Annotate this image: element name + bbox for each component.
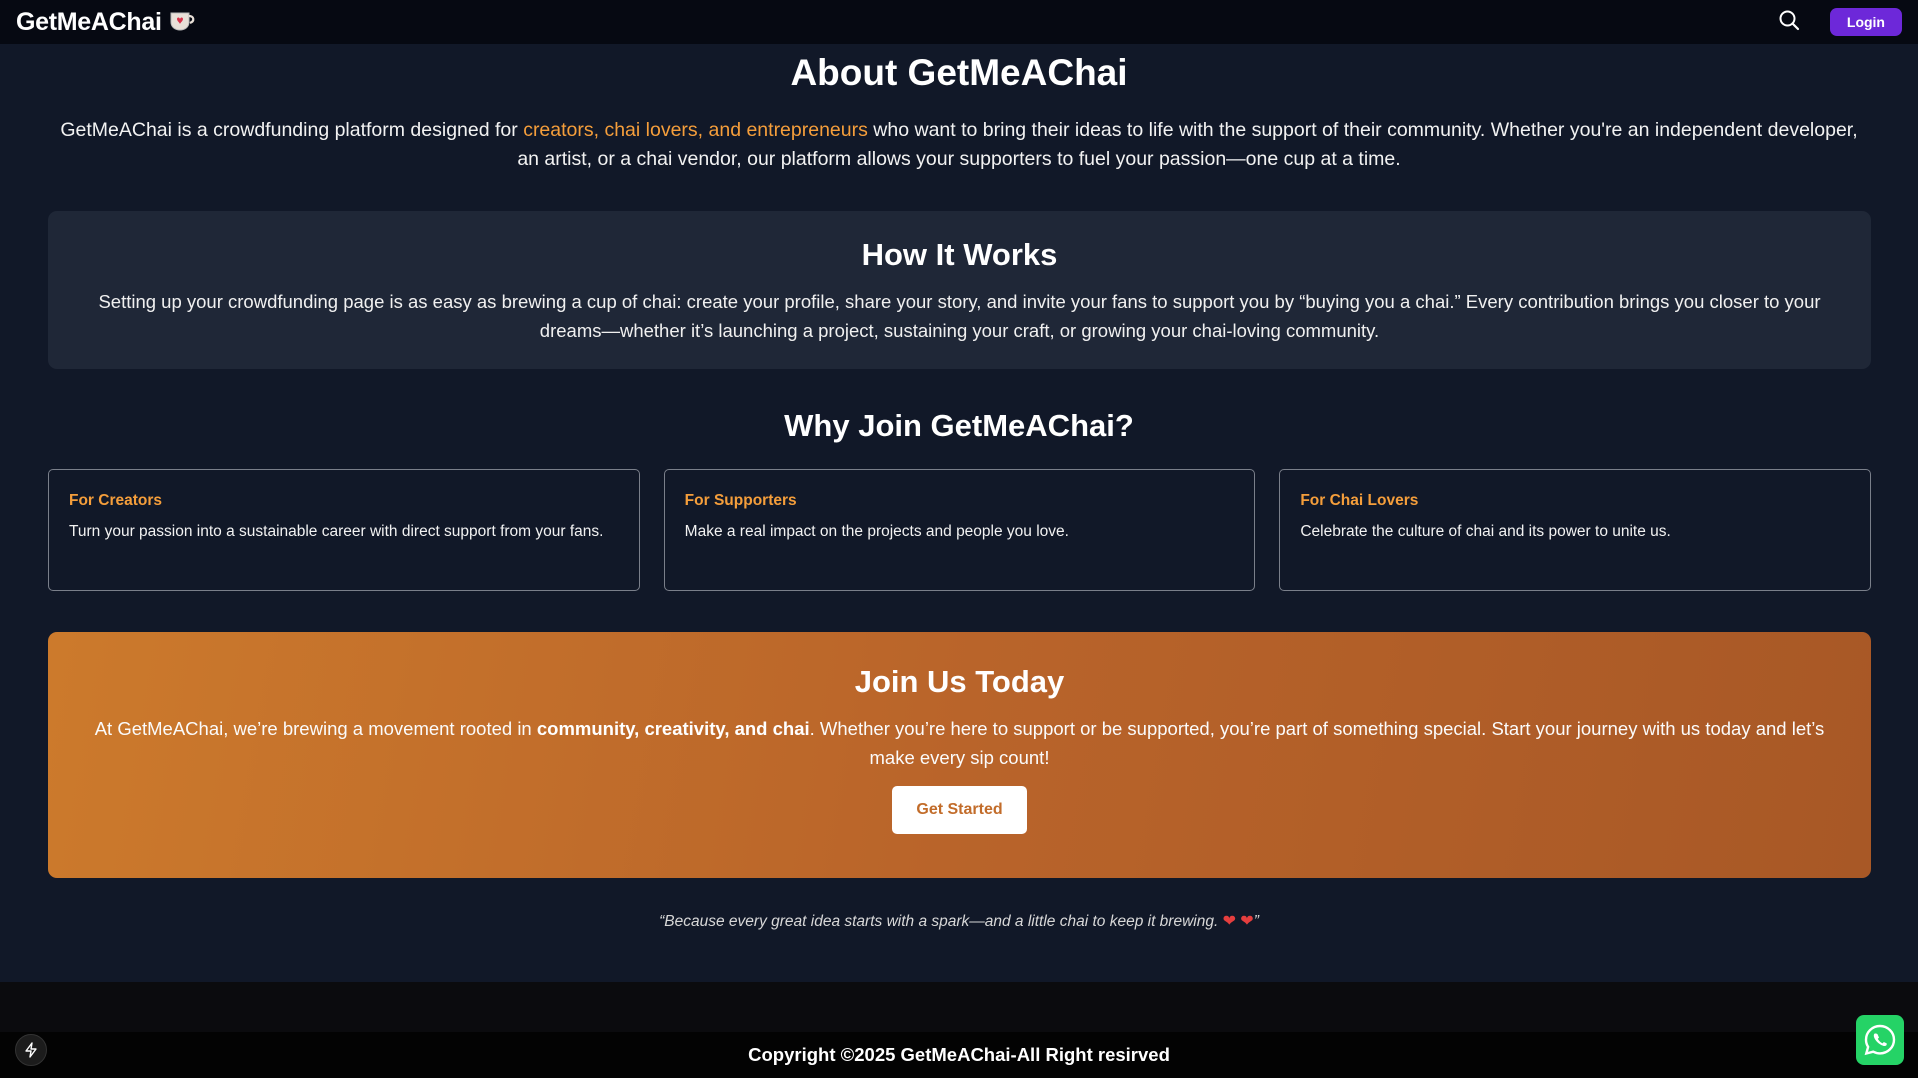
card-title: For Chai Lovers [1300,492,1419,509]
quote-text: “Because every great idea starts with a … [659,913,1223,930]
join-desc-end: . Whether you’re here to support or be s… [809,718,1825,768]
card-description: Turn your passion into a sustainable car… [69,523,604,540]
how-it-works-section: How It Works Setting up your crowdfundin… [48,211,1871,369]
about-title: About GetMeAChai [790,52,1128,93]
about-desc-start: GetMeAChai is a crowdfunding platform de… [60,119,524,141]
card-title: For Supporters [684,492,797,509]
card-description: Celebrate the culture of chai and its po… [1300,523,1671,540]
join-us-section: Join Us Today At GetMeAChai, we’re brewi… [48,632,1871,878]
card-creators: For Creators Turn your passion into a su… [48,469,640,591]
card-description: Make a real impact on the projects and p… [684,523,1069,540]
navbar: GetMeAChai Login [0,0,1918,44]
footer: Copyright ©2025 GetMeAChai-All Right res… [0,1032,1918,1078]
get-started-button[interactable]: Get Started [892,786,1027,834]
copyright-text: Copyright ©2025 GetMeAChai-All Right res… [748,1044,1170,1065]
search-icon[interactable] [1778,9,1800,36]
join-us-description: At GetMeAChai, we’re brewing a movement … [88,714,1831,772]
main-content: About GetMeAChai GetMeAChai is a crowdfu… [0,44,1918,982]
how-it-works-title: How It Works [861,237,1058,272]
chai-cup-icon [168,8,198,37]
heart-icon: ❤ [1240,913,1254,930]
card-supporters: For Supporters Make a real impact on the… [663,469,1256,591]
join-us-title: Join Us Today [854,664,1065,699]
card-chai-lovers: For Chai Lovers Celebrate the culture of… [1279,469,1872,591]
closing-quote: “Because every great idea starts with a … [0,911,1918,931]
quote-close: ” [1253,913,1259,930]
about-desc-highlight: creators, chai lovers, and entrepreneurs [523,119,868,141]
lightning-icon[interactable] [15,1034,47,1066]
whatsapp-icon[interactable] [1856,1015,1904,1065]
why-join-cards: For Creators Turn your passion into a su… [48,469,1872,591]
nav-actions: Login [1778,8,1902,36]
join-desc-bold: community, creativity, and chai [536,718,810,739]
why-join-title: Why Join GetMeAChai? [784,408,1134,443]
login-button[interactable]: Login [1829,8,1902,36]
about-description: GetMeAChai is a crowdfunding platform de… [60,116,1858,174]
heart-icon: ❤ [1222,913,1236,930]
brand[interactable]: GetMeAChai [16,8,198,37]
join-desc-start: At GetMeAChai, we’re brewing a movement … [94,718,537,739]
footer-spacer [0,982,1918,1032]
card-title: For Creators [69,492,163,509]
how-it-works-description: Setting up your crowdfunding page is as … [98,291,1821,341]
brand-name[interactable]: GetMeAChai [16,8,162,37]
